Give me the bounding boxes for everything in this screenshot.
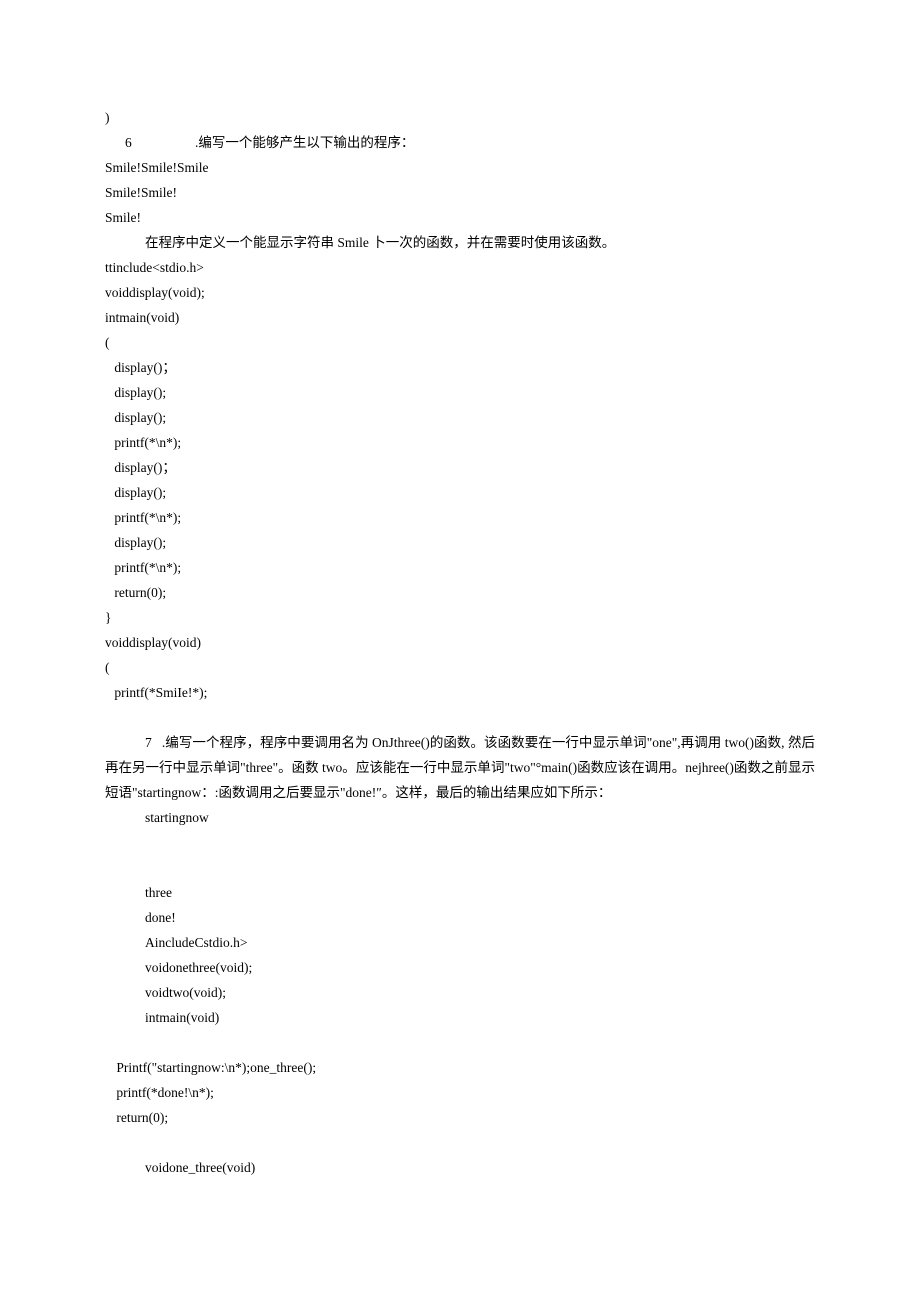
q6-code-line: ( (105, 655, 815, 680)
q6-code-line: printf(*\n*); (105, 505, 815, 530)
q7-code-line: voidonethree(void); (105, 955, 815, 980)
q7-output-line-3: done! (105, 905, 815, 930)
q6-close-paren: ) (105, 105, 815, 130)
q6-output-line-2: Smile!Smile! (105, 180, 815, 205)
q7-code-line: voidtwo(void); (105, 980, 815, 1005)
q6-code-line: printf(*\n*); (105, 430, 815, 455)
q6-code-line: printf(*\n*); (105, 555, 815, 580)
q6-heading: 6.编写一个能够产生以下输出的程序： (105, 130, 815, 155)
q6-description: 在程序中定义一个能显示字符串 Smile 卜一次的函数，并在需要时使用该函数。 (105, 230, 815, 255)
blank-line (105, 855, 815, 880)
q7-code-line: voidone_three(void) (105, 1155, 815, 1180)
q6-code-line: display(); (105, 480, 815, 505)
q6-heading-text: .编写一个能够产生以下输出的程序： (195, 135, 414, 150)
blank-line (105, 830, 815, 855)
q6-code-line: return(0); (105, 580, 815, 605)
q6-code-line: display()； (105, 455, 815, 480)
q6-code-line: ( (105, 330, 815, 355)
q6-output-line-1: Smile!Smile!Smile (105, 155, 815, 180)
q6-output-line-3: Smile! (105, 205, 815, 230)
q6-code-line: ttinclude<stdio.h> (105, 255, 815, 280)
q7-code-line: printf(*done!\n*); (105, 1080, 815, 1105)
q6-code-line: display()； (105, 355, 815, 380)
q7-output-line-2: three (105, 880, 815, 905)
page: ) 6.编写一个能够产生以下输出的程序： Smile!Smile!Smile S… (0, 0, 920, 1301)
q7-code-line: return(0); (105, 1105, 815, 1130)
q7-code-line: intmain(void) (105, 1005, 815, 1030)
q7-code-line: Printf("startingnow:\n*);one_three(); (105, 1055, 815, 1080)
q6-number: 6 (105, 130, 195, 155)
blank-line (105, 705, 815, 730)
q7-paragraph: 7 .编写一个程序，程序中要调用名为 OnJthree()的函数。该函数要在一行… (105, 730, 815, 805)
q7-paragraph-text: 编写一个程序，程序中要调用名为 OnJthree()的函数。该函数要在一行中显示… (105, 735, 815, 800)
q7-number: 7 . (105, 730, 165, 755)
q6-code-line: display(); (105, 380, 815, 405)
q6-code-line: voiddisplay(void); (105, 280, 815, 305)
q7-code-line: AincludeCstdio.h> (105, 930, 815, 955)
q6-code-line: printf(*SmiIe!*); (105, 680, 815, 705)
q6-code-line: display(); (105, 530, 815, 555)
q6-code-line: intmain(void) (105, 305, 815, 330)
q6-code-line: } (105, 605, 815, 630)
blank-line (105, 1130, 815, 1155)
q7-output-line-1: startingnow (105, 805, 815, 830)
q6-code-line: display(); (105, 405, 815, 430)
q6-code-line: voiddisplay(void) (105, 630, 815, 655)
blank-line (105, 1030, 815, 1055)
